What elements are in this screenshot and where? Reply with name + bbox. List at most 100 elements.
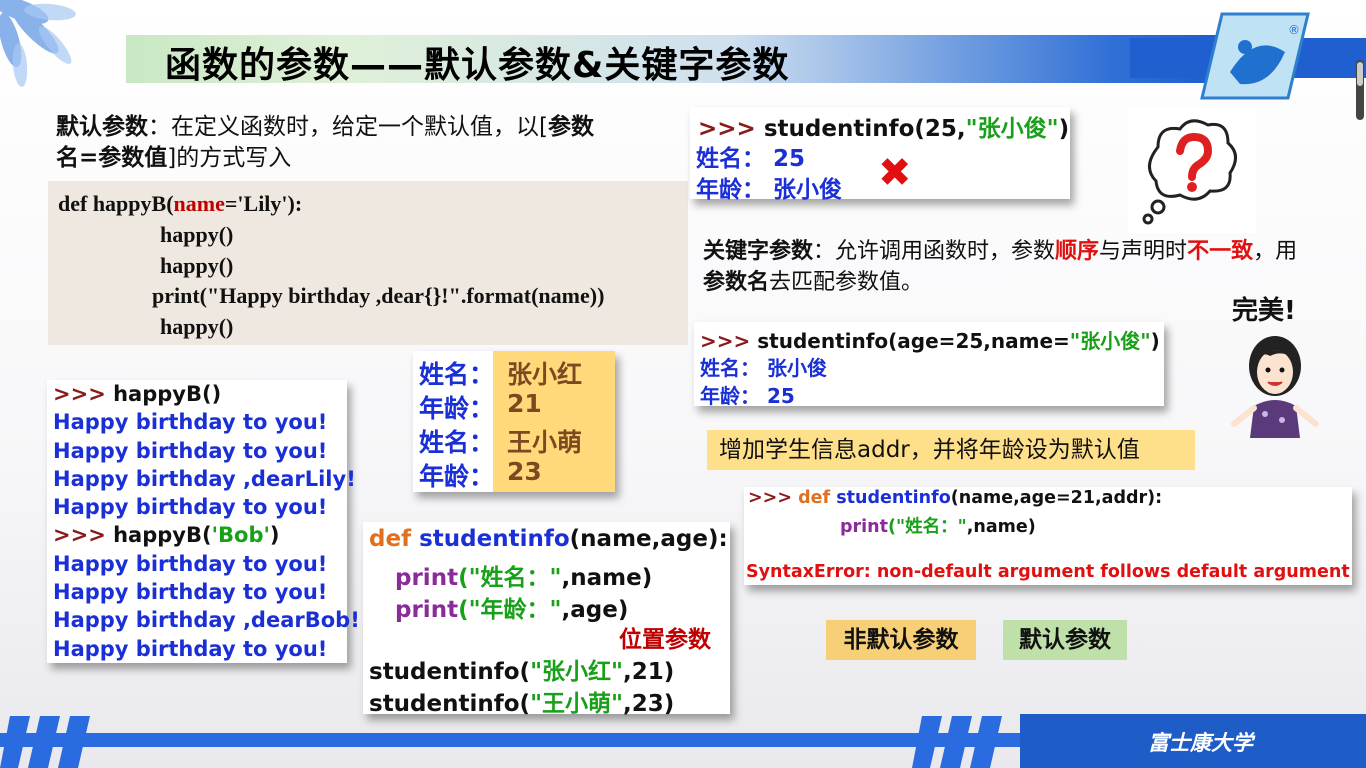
code-line: studentinfo("王小萌",23) [369, 684, 674, 718]
footer-chevrons-right [912, 716, 1002, 768]
code-text: ,name) [966, 517, 1036, 537]
shell-output-line: 年龄： 张小俊 [696, 177, 843, 203]
shell-line: >>> studentinfo(age=25,name="张小俊") [700, 325, 1160, 354]
shell-input: ) [1058, 116, 1070, 142]
shell-line: >>> def studentinfo(name,age=21,addr): [748, 488, 1162, 508]
keyword-param-text: 与声明时 [1099, 239, 1188, 264]
code-string: "张小红" [530, 659, 624, 685]
code-text: ='Lily'): [224, 191, 303, 216]
task-note: 增加学生信息addr，并将年龄设为默认值 [707, 430, 1195, 470]
shell-prompt: >>> [53, 523, 114, 548]
error-message: SyntaxError: non-default argument follow… [746, 562, 1350, 582]
shell-line: >>> happyB() [47, 380, 347, 408]
shell-output-line: Happy birthday to you! [53, 580, 328, 605]
flower-decoration [0, 0, 76, 87]
positional-param-label: 位置参数 [619, 627, 711, 653]
code-line: happy() [160, 222, 234, 247]
svg-text:®: ® [1288, 23, 1300, 37]
code-text: studentinfo( [369, 659, 531, 685]
shell-input: happyB() [113, 382, 222, 406]
keyword-param-highlight: 顺序 [1055, 239, 1100, 264]
question-box [1128, 107, 1256, 233]
code-builtin: print [395, 597, 459, 623]
keyword-param-bold: 参数名 [703, 270, 770, 295]
code-keyword: def [369, 526, 412, 552]
default-param-tag: 默认参数 [1003, 620, 1127, 660]
shell-output-line: Happy birthday to you! [53, 410, 328, 435]
keyword-param-text: ：允许调用函数时，参数 [813, 239, 1056, 264]
code-string: ("姓名：" [887, 517, 967, 537]
shell-string: "张小俊" [965, 116, 1059, 142]
code-line: studentinfo("张小红",21) [369, 652, 674, 686]
keyword-param-highlight: 不一致 [1187, 239, 1254, 264]
shell-syntax-error: >>> def studentinfo(name,age=21,addr): p… [744, 487, 1352, 585]
code-text: ,name) [561, 565, 653, 591]
shell-output-line: Happy birthday to you! [53, 438, 328, 463]
code-line: def studentinfo(name,age): [369, 526, 728, 552]
value-label: 姓名： [419, 360, 495, 389]
code-line: happy() [160, 253, 234, 278]
shell-output-line: Happy birthday to you! [53, 495, 328, 520]
cartoon-teacher-icon [1231, 336, 1319, 438]
code-param-name: name [173, 191, 225, 216]
code-text: ,23) [623, 691, 675, 717]
value-text: 张小红 [507, 360, 583, 389]
default-param-description: 默认参数：在定义函数时，给定一个默认值，以[参数 名=参数值]的方式写入 [56, 112, 666, 174]
code-line: happy() [160, 314, 234, 339]
shell-output-line: Happy birthday ,dearBob! [53, 608, 360, 633]
shell-prompt: >>> [700, 329, 758, 353]
code-string: ("姓名：" [458, 565, 562, 591]
shell-output-line: 年龄： 25 [700, 384, 795, 408]
page-title: 函数的参数——默认参数&关键字参数 [165, 45, 790, 86]
value-text: 王小萌 [507, 428, 583, 457]
shell-string: "张小俊" [1069, 329, 1151, 353]
value-label: 姓名： [419, 428, 495, 457]
code-builtin: print [395, 565, 459, 591]
shell-input: happyB( [113, 523, 212, 548]
value-text: 23 [507, 457, 542, 486]
shell-input: studentinfo(age=25,name= [757, 329, 1070, 353]
value-label: 年龄： [419, 394, 495, 423]
shell-line: print("姓名：",name) [840, 513, 1036, 538]
shell-output-line: 姓名： 张小俊 [700, 356, 827, 380]
logo-icon: ® [1200, 12, 1310, 100]
perfect-caption: 完美! [1232, 296, 1296, 326]
code-block-happyB: def happyB(name='Lily'): happy() happy()… [48, 181, 688, 345]
code-keyword: def [798, 488, 831, 508]
shell-output-line: Happy birthday to you! [53, 636, 328, 661]
non-default-param-tag: 非默认参数 [826, 620, 976, 660]
footer-chevrons-left [0, 716, 90, 768]
shell-output-happyB: >>> happyB() Happy birthday to you! Happ… [47, 380, 360, 663]
default-param-label: 默认参数 [56, 114, 148, 140]
shell-prompt: >>> [53, 382, 114, 406]
code-line: print("Happy birthday ,dear{}!".format(n… [152, 283, 605, 308]
shell-line: >>> studentinfo(25,"张小俊") [698, 109, 1069, 143]
code-line: print("姓名：",name) [395, 558, 652, 592]
scrollbar-thumb[interactable] [1357, 62, 1363, 86]
code-string: "王小萌" [530, 691, 624, 717]
student-values-box: 姓名： 年龄： 姓名： 年龄： 张小红 21 王小萌 23 [413, 351, 615, 492]
shell-output-line: Happy birthday ,dearLily! [53, 466, 356, 491]
default-param-bold1: 参数 [547, 114, 594, 140]
keyword-param-text: 去匹配参数值。 [769, 270, 924, 295]
keyword-param-label: 关键字参数 [703, 239, 814, 264]
value-text: 21 [507, 389, 542, 418]
code-text: ,21) [623, 659, 675, 685]
shell-input: ) [269, 523, 280, 548]
code-text: def happyB( [58, 191, 174, 216]
shell-string: 'Bob' [211, 523, 270, 548]
code-func-name: studentinfo [411, 526, 570, 552]
code-args: (name,age): [569, 526, 728, 552]
code-line: def happyB(name='Lily'): [58, 191, 302, 217]
footer-university: 富士康大学 [1148, 731, 1253, 755]
code-builtin: print [840, 517, 888, 537]
value-column: 张小红 21 王小萌 23 [493, 351, 615, 492]
code-string: ("年龄：" [458, 597, 562, 623]
shell-output-line: 姓名： 25 [696, 146, 806, 172]
default-param-text2: ]的方式写入 [167, 145, 292, 171]
value-label: 年龄： [419, 462, 495, 491]
default-param-bold2: 名=参数值 [56, 145, 168, 171]
code-line: print("年龄：",age) [395, 590, 628, 624]
shell-input: ) [1150, 329, 1160, 353]
code-func-name: studentinfo [830, 488, 951, 508]
